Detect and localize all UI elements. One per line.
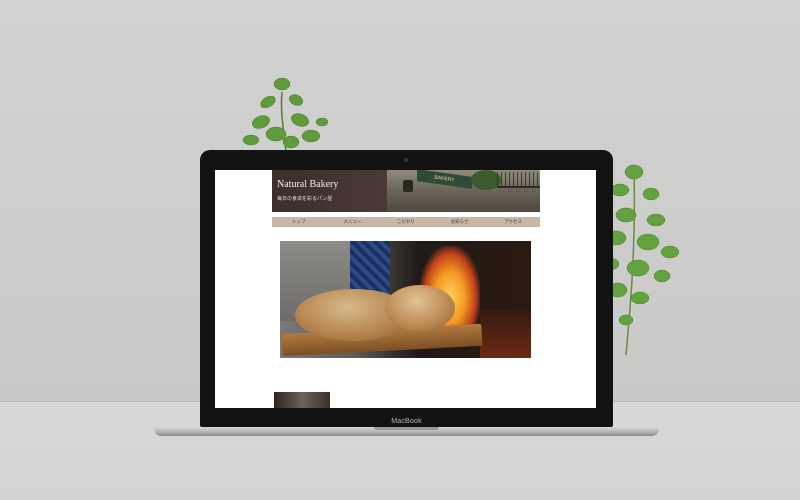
nav-item-news[interactable]: お知らせ xyxy=(433,217,487,227)
site-title[interactable]: Natural Bakery xyxy=(277,179,338,190)
hero-image xyxy=(280,241,531,358)
site-nav: トップ メニュー こだわり お知らせ アクセス xyxy=(272,217,540,227)
nav-item-access[interactable]: アクセス xyxy=(486,217,540,227)
webcam-icon xyxy=(404,158,408,162)
nav-item-commitment[interactable]: こだわり xyxy=(379,217,433,227)
laptop-screen: BAKERY Natural Bakery 毎日の食卓を彩るパン屋 トップ メニ… xyxy=(215,170,596,408)
nav-item-top[interactable]: トップ xyxy=(272,217,326,227)
balcony-graphic xyxy=(497,172,540,188)
header-shopfront-image: BAKERY xyxy=(387,170,540,212)
laptop-base xyxy=(154,427,659,436)
bread-loaf xyxy=(385,285,455,331)
site-tagline: 毎日の食卓を彩るパン屋 xyxy=(277,196,333,202)
shop-sign: BAKERY xyxy=(417,170,472,189)
nav-item-menu[interactable]: メニュー xyxy=(326,217,380,227)
plant-left xyxy=(242,77,329,153)
baker-sleeve xyxy=(350,241,390,293)
content-thumbnail[interactable] xyxy=(274,392,330,408)
laptop-notch xyxy=(374,427,439,430)
laptop-lid: BAKERY Natural Bakery 毎日の食卓を彩るパン屋 トップ メニ… xyxy=(200,150,613,427)
oven-embers xyxy=(480,311,531,358)
lamp-icon xyxy=(403,180,413,192)
laptop-brand-label: MacBook xyxy=(391,418,422,425)
site-header: BAKERY Natural Bakery 毎日の食卓を彩るパン屋 xyxy=(272,170,540,212)
